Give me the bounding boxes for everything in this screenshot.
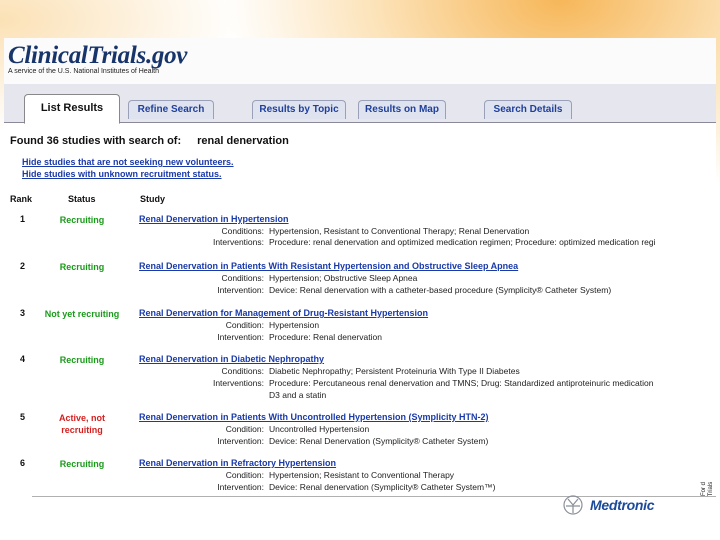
site-logo[interactable]: ClinicalTrials.gov: [8, 42, 187, 70]
tab-results-on-map[interactable]: Results on Map: [358, 100, 446, 119]
conditions-label: Conditions:: [221, 226, 264, 236]
found-count-text: Found 36 studies with search of:: [10, 135, 182, 147]
study-rank: 1: [20, 214, 26, 224]
site-header: ClinicalTrials.gov A service of the U.S.…: [4, 38, 716, 85]
hide-unknown-status-link[interactable]: Hide studies with unknown recruitment st…: [22, 169, 222, 179]
site-tagline: A service of the U.S. National Institute…: [8, 68, 159, 75]
tab-list-results[interactable]: List Results: [24, 94, 120, 124]
column-header-study: Study: [140, 194, 166, 204]
condition-value: Hypertension: [269, 320, 320, 330]
status-badge: Recruiting: [59, 355, 105, 365]
study-rank: 6: [20, 458, 26, 468]
tab-refine-search[interactable]: Refine Search: [128, 100, 214, 119]
condition-label: Condition:: [225, 470, 264, 480]
results-summary: Found 36 studies with search of: renal de…: [10, 135, 289, 147]
study-rank: 2: [20, 261, 26, 271]
conditions-value: Hypertension, Resistant to Conventional …: [269, 226, 530, 236]
study-title-link[interactable]: Renal Denervation in Refractory Hyperten…: [139, 458, 336, 468]
condition-label: Condition:: [225, 320, 264, 330]
conditions-value: Diabetic Nephropathy; Persistent Protein…: [269, 366, 520, 376]
study-title-link[interactable]: Renal Denervation in Diabetic Nephropath…: [139, 354, 324, 364]
study-rank: 5: [20, 412, 26, 422]
interventions-label: Interventions:: [212, 378, 264, 388]
intervention-label: Intervention:: [217, 285, 264, 295]
intervention-value: Procedure: Renal denervation: [269, 332, 382, 342]
medtronic-logo: Medtronic: [560, 494, 655, 516]
study-title-link[interactable]: Renal Denervation for Management of Drug…: [139, 308, 428, 318]
study-rank: 4: [20, 354, 26, 364]
medtronic-wordmark: Medtronic: [590, 497, 655, 513]
status-badge: Not yet recruiting: [44, 309, 120, 319]
condition-value: Uncontrolled Hypertension: [269, 424, 370, 434]
column-header-status: Status: [68, 194, 96, 204]
intervention-value: Device: Renal denervation (Symplicity® C…: [269, 482, 496, 492]
intervention-label: Intervention:: [217, 332, 264, 342]
study-rank: 3: [20, 308, 26, 318]
conditions-label: Conditions:: [221, 273, 264, 283]
conditions-value: Hypertension; Obstructive Sleep Apnea: [269, 273, 418, 283]
intervention-value: Device: Renal Denervation (Symplicity® C…: [269, 436, 489, 446]
condition-value: Hypertension; Resistant to Conventional …: [269, 470, 455, 480]
interventions-label: Interventions:: [212, 237, 264, 247]
status-line-2: recruiting: [61, 425, 103, 435]
tab-search-details[interactable]: Search Details: [484, 100, 572, 119]
interventions-value: Procedure: Percutaneous renal denervatio…: [269, 378, 654, 388]
browser-screenshot: ClinicalTrials.gov A service of the U.S.…: [4, 38, 716, 496]
study-title-link[interactable]: Renal Denervation in Patients With Uncon…: [139, 412, 488, 422]
conditions-label: Conditions:: [221, 366, 264, 376]
intervention-label: Intervention:: [217, 482, 264, 492]
status-badge: Recruiting: [59, 459, 105, 469]
search-term: renal denervation: [197, 135, 289, 147]
status-badge: Recruiting: [59, 215, 105, 225]
study-title-link[interactable]: Renal Denervation in Patients With Resis…: [139, 261, 518, 271]
status-badge: Active, not recruiting: [32, 412, 132, 436]
condition-label: Condition:: [225, 424, 264, 434]
interventions-value: Procedure: renal denervation and optimiz…: [269, 237, 656, 247]
intervention-label: Intervention:: [217, 436, 264, 446]
tab-results-by-topic[interactable]: Results by Topic: [252, 100, 346, 119]
medtronic-figure-icon: [563, 495, 583, 515]
interventions-value-cont: D3 and a statin: [269, 390, 327, 400]
status-badge: Recruiting: [59, 262, 105, 272]
intervention-value: Device: Renal denervation with a cathete…: [269, 285, 612, 295]
study-title-link[interactable]: Renal Denervation in Hypertension: [139, 214, 289, 224]
side-note: For d Trials: [701, 481, 714, 497]
status-line-1: Active, not: [58, 413, 105, 423]
hide-not-seeking-link[interactable]: Hide studies that are not seeking new vo…: [22, 157, 234, 167]
column-header-rank: Rank: [10, 194, 33, 204]
